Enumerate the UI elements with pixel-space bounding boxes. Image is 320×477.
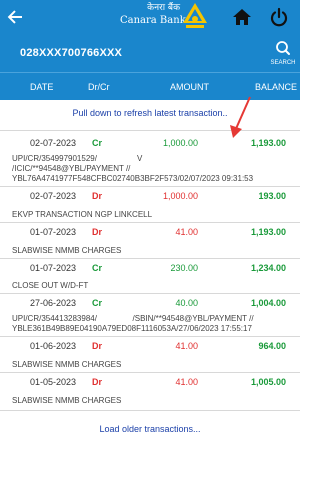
txn-date: 01-07-2023 <box>30 227 77 237</box>
txn-date: 02-07-2023 <box>30 191 77 201</box>
column-amount: AMOUNT <box>170 82 209 92</box>
top-app-bar: केनरा बैंक Canara Bank <box>0 0 300 34</box>
divider <box>0 293 300 294</box>
txn-balance: 964.00 <box>258 341 286 351</box>
column-date: DATE <box>30 82 54 92</box>
account-bar: 028XXX700766XXX SEARCH <box>0 34 300 72</box>
txn-description: EKVP TRANSACTION NGP LINKCELL <box>12 210 153 219</box>
canara-bank-logo <box>182 2 208 30</box>
txn-balance: 1,005.00 <box>250 377 286 387</box>
txn-description: SLABWISE NMMB CHARGES <box>12 396 122 405</box>
arrow-back-icon <box>7 10 22 24</box>
txn-date: 01-06-2023 <box>30 341 77 351</box>
txn-amount: 1,000.00 <box>162 138 198 148</box>
txn-amount: 40.00 <box>175 298 198 308</box>
transaction-row[interactable]: 01-07-2023 Cr 230.00 1,234.00 <box>0 260 300 276</box>
txn-description: SLABWISE NMMB CHARGES <box>12 246 122 255</box>
divider <box>0 222 300 223</box>
txn-type: Dr <box>92 191 103 201</box>
home-icon <box>233 9 251 25</box>
back-button[interactable] <box>4 6 26 28</box>
txn-amount: 1,000.00 <box>162 191 198 201</box>
txn-balance: 1,004.00 <box>250 298 286 308</box>
load-older-transactions-link[interactable]: Load older transactions... <box>0 424 300 434</box>
home-button[interactable] <box>231 6 253 28</box>
divider <box>0 258 300 259</box>
txn-amount: 230.00 <box>170 263 198 273</box>
logout-button[interactable] <box>268 6 290 28</box>
txn-date: 01-07-2023 <box>30 263 77 273</box>
txn-type: Dr <box>92 377 103 387</box>
transaction-row[interactable]: 01-07-2023 Dr 41.00 1,193.00 <box>0 224 300 240</box>
transaction-row[interactable]: 01-06-2023 Dr 41.00 964.00 <box>0 338 300 354</box>
search-button[interactable]: SEARCH <box>268 38 298 70</box>
transaction-row[interactable]: 02-07-2023 Dr 1,000.00 193.00 <box>0 188 300 204</box>
txn-description: CLOSE OUT W/D-FT <box>12 281 89 290</box>
txn-type: Cr <box>92 263 103 273</box>
txn-amount: 41.00 <box>175 341 198 351</box>
txn-balance: 1,234.00 <box>250 263 286 273</box>
transaction-row[interactable]: 01-05-2023 Dr 41.00 1,005.00 <box>0 374 300 390</box>
divider <box>0 372 300 373</box>
txn-balance: 193.00 <box>258 191 286 201</box>
txn-date: 02-07-2023 <box>30 138 77 148</box>
account-number: 028XXX700766XXX <box>20 47 123 59</box>
txn-description: UPI/CR/354997901529/ V /ICIC/**94548@YBL… <box>12 154 254 183</box>
search-icon <box>276 41 290 55</box>
txn-balance: 1,193.00 <box>250 138 286 148</box>
power-icon <box>270 7 288 27</box>
search-label: SEARCH <box>270 60 296 66</box>
txn-type: Cr <box>92 138 103 148</box>
divider <box>0 336 300 337</box>
txn-description: UPI/CR/354413283984/ /SBIN/**94548@YBL/P… <box>12 314 254 333</box>
annotation-arrow-icon <box>230 96 251 138</box>
txn-type: Dr <box>92 227 103 237</box>
txn-type: Dr <box>92 341 103 351</box>
transaction-row[interactable]: 27-06-2023 Cr 40.00 1,004.00 <box>0 295 300 311</box>
column-balance: BALANCE <box>255 82 298 92</box>
txn-date: 27-06-2023 <box>30 298 77 308</box>
brand-english: Canara Bank <box>120 15 186 26</box>
txn-description: SLABWISE NMMB CHARGES <box>12 360 122 369</box>
txn-amount: 41.00 <box>175 227 198 237</box>
txn-type: Cr <box>92 298 103 308</box>
txn-date: 01-05-2023 <box>30 377 77 387</box>
brand-hindi: केनरा बैंक <box>147 3 180 13</box>
column-drcr: Dr/Cr <box>88 82 110 92</box>
txn-amount: 41.00 <box>175 377 198 387</box>
brand-name: केनरा बैंक Canara Bank <box>120 3 186 27</box>
divider <box>0 410 300 411</box>
divider <box>0 186 300 187</box>
txn-balance: 1,193.00 <box>250 227 286 237</box>
